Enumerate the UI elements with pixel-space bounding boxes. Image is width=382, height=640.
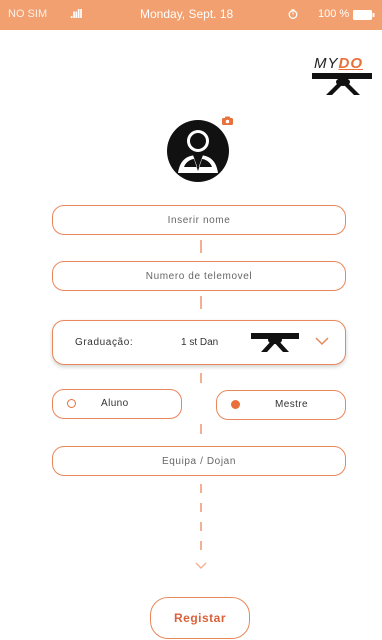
radio-unselected-icon (67, 399, 76, 408)
mydo-logo: MYDO (312, 55, 374, 101)
role-master-option[interactable]: Mestre (216, 390, 346, 420)
battery-icon (353, 10, 375, 20)
radio-selected-icon (231, 400, 240, 409)
battery-percent: 100 % (318, 8, 350, 20)
connector-line (200, 424, 202, 434)
belt-icon (251, 333, 299, 352)
belt-logo-icon (312, 73, 372, 95)
camera-icon[interactable] (222, 116, 233, 125)
carrier-label: NO SIM (8, 8, 48, 20)
connector-line (200, 296, 202, 309)
phone-placeholder: Numero de telemovel (145, 270, 253, 282)
graduation-select[interactable]: Graduação: 1 st Dan (52, 320, 346, 365)
status-date: Monday, Sept. 18 (140, 7, 234, 21)
connector-line (200, 373, 202, 383)
status-bar: NO SIM .ııll Monday, Sept. 18 100 % (0, 0, 382, 30)
name-field[interactable]: Inserir nome (52, 205, 346, 235)
clock-icon (288, 9, 298, 19)
chevron-down-icon[interactable] (315, 337, 329, 346)
phone-field[interactable]: Numero de telemovel (52, 261, 346, 291)
team-placeholder: Equipa / Dojan (161, 455, 236, 467)
dash-segment (200, 484, 202, 493)
team-field[interactable]: Equipa / Dojan (52, 446, 346, 476)
graduation-value: 1 st Dan (181, 337, 219, 348)
chevron-down-icon (195, 562, 207, 569)
connector-line (200, 240, 202, 253)
name-placeholder: Inserir nome (167, 214, 231, 226)
signal-icon: .ııll (70, 7, 83, 21)
register-button[interactable]: Registar (150, 597, 250, 639)
dash-segment (200, 522, 202, 531)
dash-segment (200, 503, 202, 512)
avatar-icon (167, 120, 229, 182)
role-master-label: Mestre (275, 399, 308, 410)
role-student-option[interactable]: Aluno (52, 389, 182, 419)
role-student-label: Aluno (101, 398, 129, 409)
profile-avatar[interactable] (166, 116, 233, 183)
dash-segment (200, 541, 202, 550)
graduation-label: Graduação: (75, 337, 134, 348)
